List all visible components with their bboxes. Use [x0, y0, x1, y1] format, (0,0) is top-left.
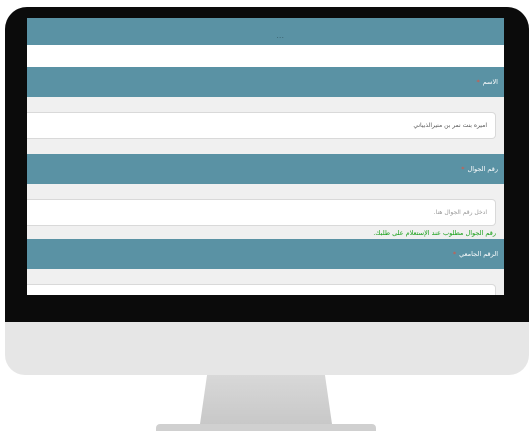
monitor-stand-base — [156, 424, 376, 431]
mobile-hint: رقم الجوال مطلوب عند الإستعلام على طلبك. — [27, 226, 504, 239]
monitor-chin — [5, 322, 529, 375]
section-header-partial: ... — [27, 18, 504, 45]
name-field[interactable]: اميره بنت نمر بن منيرالذبياني — [27, 112, 496, 139]
spacer — [27, 184, 504, 199]
name-value: اميره بنت نمر بن منيرالذبياني — [413, 122, 487, 129]
university-id-label: الرقم الجامعي — [459, 250, 498, 258]
screen: ... الاسم * اميره بنت نمر بن منيرالذبيان… — [27, 18, 504, 295]
spacer — [27, 139, 504, 154]
name-label: الاسم — [482, 78, 498, 86]
required-mark: * — [476, 78, 480, 86]
spacer — [27, 269, 504, 284]
name-section-header: الاسم * — [27, 67, 504, 97]
monitor-stand — [199, 375, 333, 431]
mobile-label: رقم الجوال — [467, 165, 498, 173]
mobile-section-header: رقم الجوال * — [27, 154, 504, 184]
required-mark: * — [461, 165, 465, 173]
partial-header-text: ... — [276, 31, 284, 40]
spacer — [27, 97, 504, 112]
spacer — [27, 45, 504, 67]
required-mark: * — [452, 250, 457, 258]
university-id-section-header: الرقم الجامعي * — [27, 239, 504, 269]
mobile-placeholder: ادخل رقم الجوال هنا. — [433, 209, 487, 216]
mobile-field[interactable]: ادخل رقم الجوال هنا. — [27, 199, 496, 226]
university-id-field[interactable] — [27, 284, 496, 295]
